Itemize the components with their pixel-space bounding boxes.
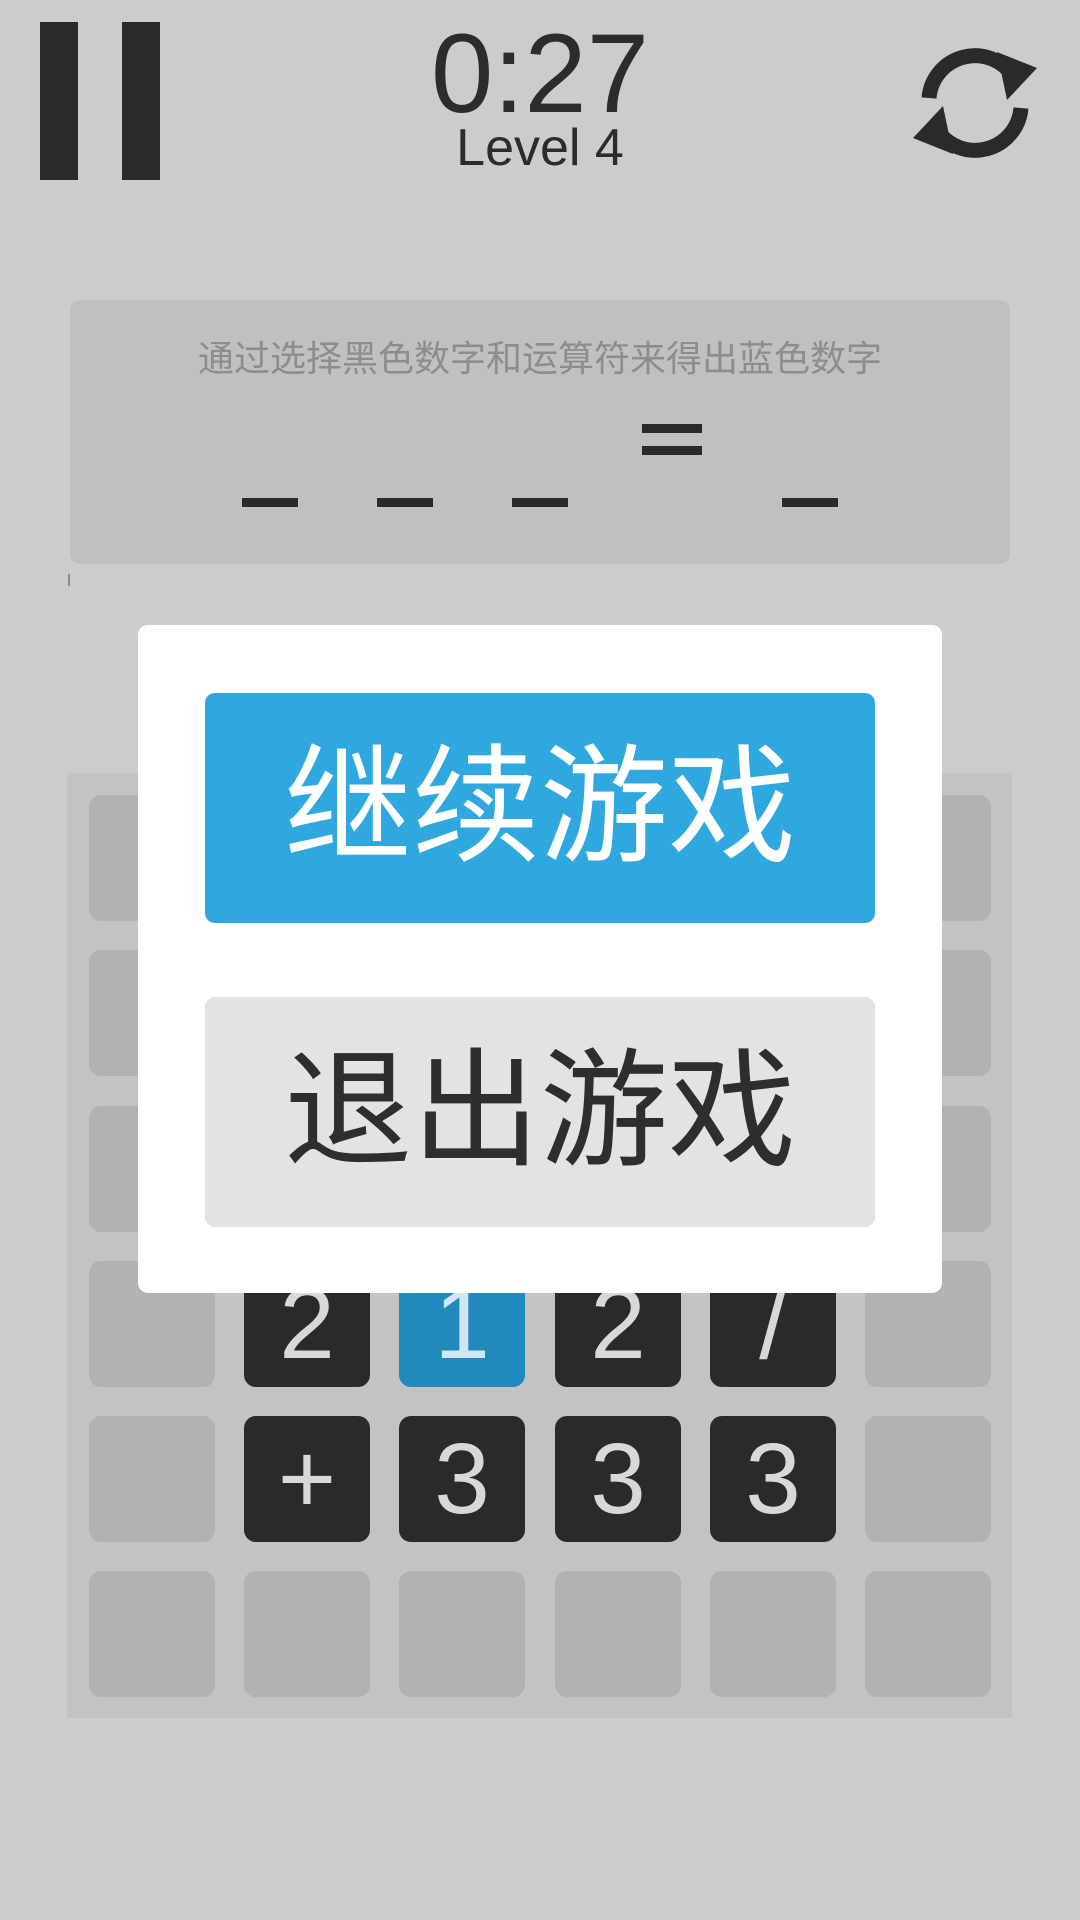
- divider-mark: [68, 574, 70, 586]
- equals-sign: [642, 416, 702, 456]
- grid-cell: [399, 1571, 525, 1697]
- number-tile-3[interactable]: 3: [555, 1416, 681, 1542]
- number-tile-3[interactable]: 3: [710, 1416, 836, 1542]
- grid-cell: [89, 1416, 215, 1542]
- grid-cell: [710, 1571, 836, 1697]
- grid-cell: [865, 1571, 991, 1697]
- operator-tile-plus[interactable]: +: [244, 1416, 370, 1542]
- pause-dialog: 继续游戏 退出游戏: [138, 625, 942, 1293]
- grid-cell: [865, 1416, 991, 1542]
- equation-result-blank: [782, 498, 838, 507]
- equation-blank-3: [512, 498, 568, 507]
- equation-blank-2: [377, 498, 433, 507]
- equation-blank-1: [242, 498, 298, 507]
- refresh-icon[interactable]: [905, 38, 1045, 168]
- grid-cell: [89, 1571, 215, 1697]
- refresh-icon-graphic: [913, 48, 1037, 158]
- number-tile-3[interactable]: 3: [399, 1416, 525, 1542]
- continue-game-button[interactable]: 继续游戏: [205, 693, 875, 923]
- grid-cell: [244, 1571, 370, 1697]
- instruction-text: 通过选择黑色数字和运算符来得出蓝色数字: [197, 339, 882, 380]
- grid-cell: [555, 1571, 681, 1697]
- equation-panel: 通过选择黑色数字和运算符来得出蓝色数字: [70, 300, 1010, 564]
- quit-game-button[interactable]: 退出游戏: [205, 997, 875, 1227]
- game-screen: 0:27 Level 4 通过选择黑色数字和运算符来得出蓝色数字 2 1 2 /…: [0, 0, 1080, 1920]
